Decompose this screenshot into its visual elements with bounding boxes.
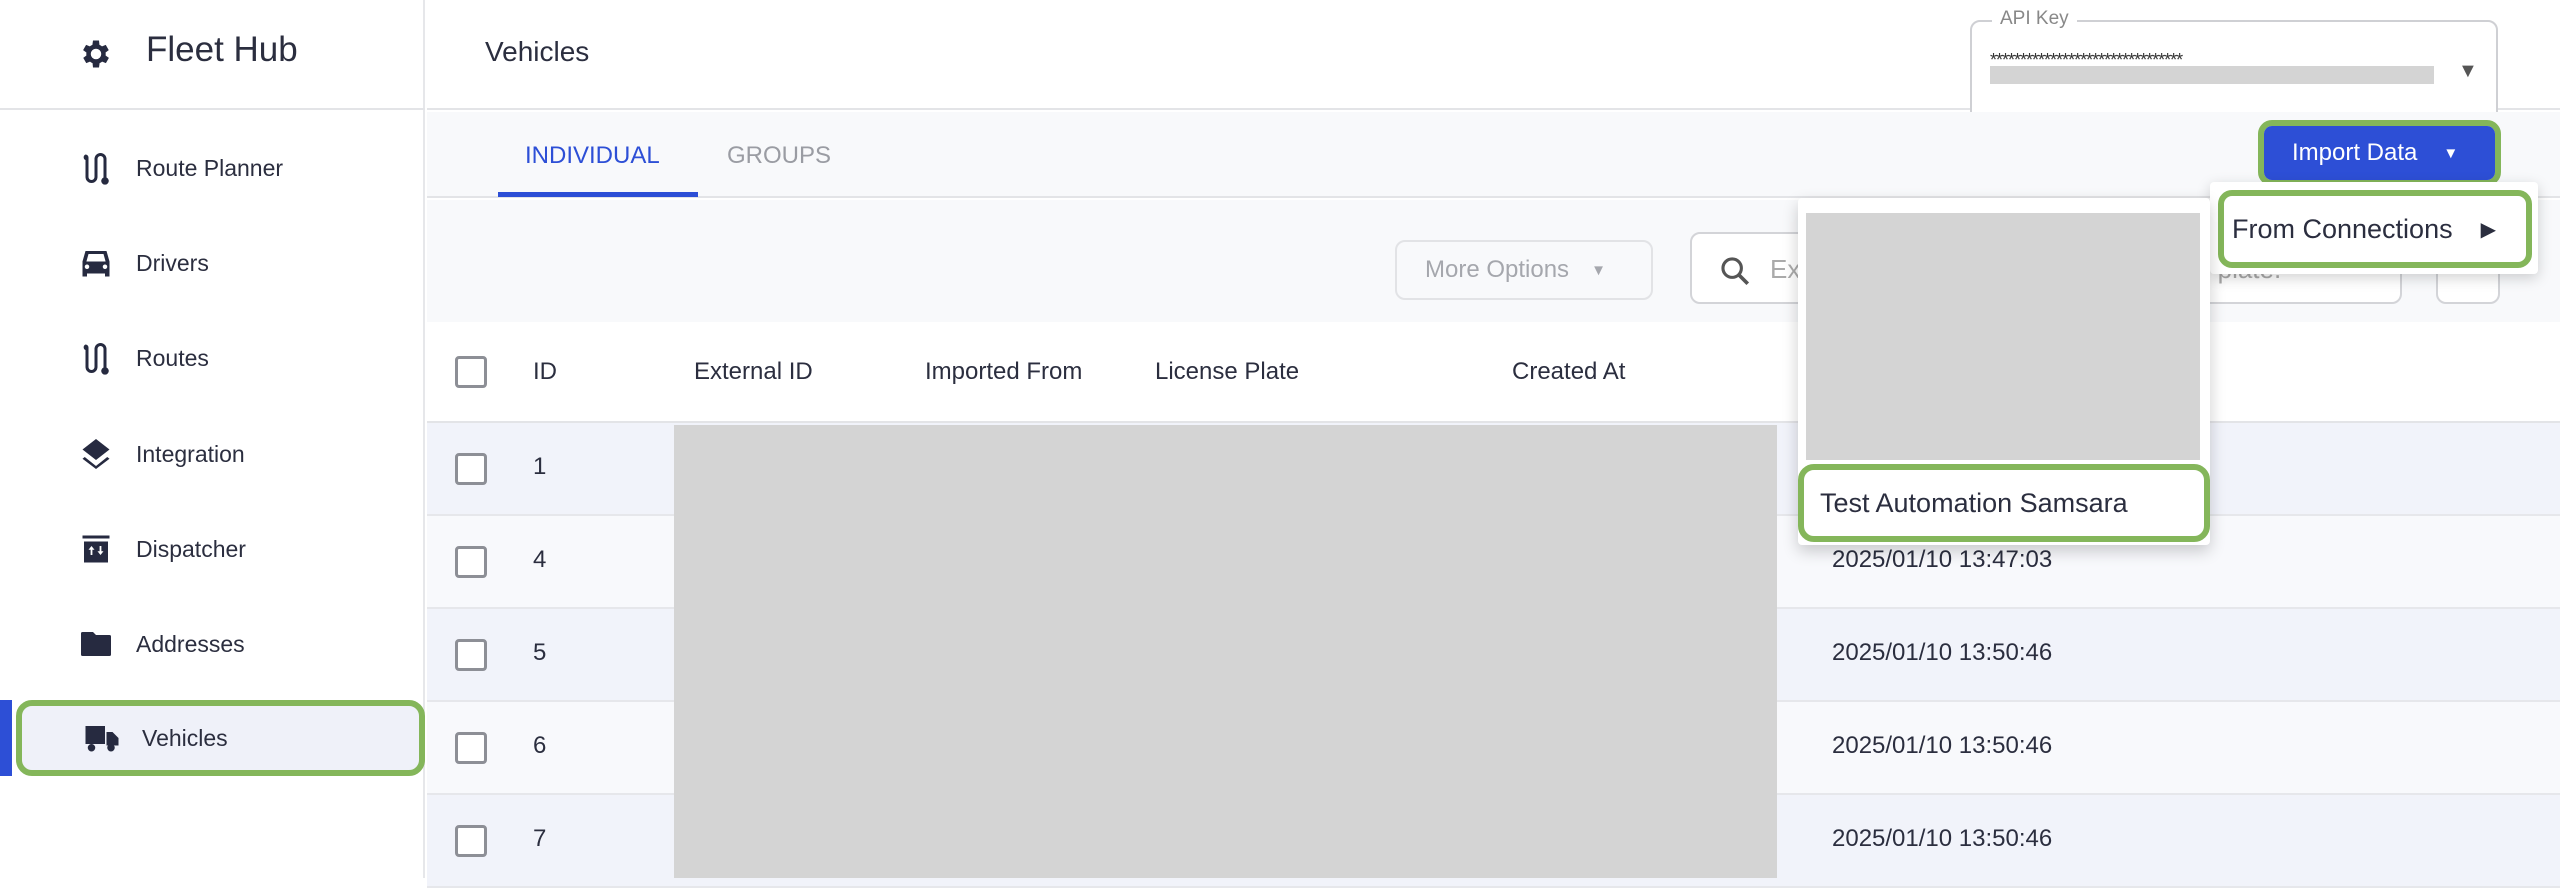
cell-created-at: 2025/01/10 13:47:03 <box>1832 546 2053 573</box>
search-placeholder-start: Ex <box>1770 254 1801 284</box>
row-checkbox[interactable] <box>455 546 487 578</box>
sidebar-item-label: Vehicles <box>142 724 228 751</box>
connections-submenu: Test Automation Samsara <box>1798 198 2210 545</box>
tab-individual[interactable]: INDIVIDUAL <box>525 142 660 170</box>
column-header[interactable]: Created At <box>1512 358 1625 386</box>
sidebar-item-routes[interactable]: Routes <box>0 320 425 396</box>
column-header[interactable]: Imported From <box>925 358 1082 386</box>
column-header[interactable]: License Plate <box>1155 358 1299 386</box>
search-icon <box>1721 257 1750 286</box>
caret-down-icon: ▼ <box>2443 144 2459 162</box>
cell-id: 6 <box>533 732 547 759</box>
menu-item-label: From Connections <box>2232 213 2453 244</box>
cell-id: 1 <box>533 453 547 480</box>
sidebar-item-route-planner[interactable]: Route Planner <box>0 130 425 206</box>
import-data-label: Import Data <box>2292 139 2418 166</box>
import-data-button[interactable]: Import Data ▼ <box>2264 126 2495 180</box>
sidebar-item-label: Integration <box>136 440 245 467</box>
sidebar-item-integration[interactable]: Integration <box>0 416 425 492</box>
route-icon <box>83 153 109 185</box>
sidebar: Fleet Hub Route Planner Drivers Routes I… <box>0 0 425 878</box>
app-title: Fleet Hub <box>146 30 298 69</box>
tab-underline <box>498 192 698 197</box>
sidebar-item-vehicles[interactable]: Vehicles <box>16 700 425 776</box>
sidebar-item-dispatcher[interactable]: Dispatcher <box>0 511 425 587</box>
row-checkbox[interactable] <box>455 639 487 671</box>
truck-icon <box>85 726 119 752</box>
submenu-item-label: Test Automation Samsara <box>1820 487 2128 518</box>
tab-groups[interactable]: GROUPS <box>727 142 831 170</box>
sidebar-item-drivers[interactable]: Drivers <box>0 225 425 301</box>
cell-created-at: 2025/01/10 13:50:46 <box>1832 732 2053 759</box>
redacted-block <box>1806 213 2200 460</box>
cell-created-at: 2025/01/10 13:50:46 <box>1832 639 2053 666</box>
row-checkbox[interactable] <box>455 825 487 857</box>
sidebar-item-label: Routes <box>136 344 209 371</box>
folder-icon <box>81 632 111 656</box>
archive-icon <box>82 535 110 563</box>
car-icon <box>82 251 110 277</box>
redacted-block <box>674 425 1777 878</box>
cell-id: 7 <box>533 825 547 852</box>
row-checkbox[interactable] <box>455 732 487 764</box>
gear-icon <box>83 40 109 68</box>
page-title: Vehicles <box>485 36 590 67</box>
submenu-item-connection[interactable]: Test Automation Samsara <box>1798 464 2210 542</box>
cell-id: 4 <box>533 546 547 573</box>
layers-icon <box>82 439 110 469</box>
brand: Fleet Hub <box>0 0 425 110</box>
select-all-checkbox[interactable] <box>455 356 487 388</box>
sidebar-item-label: Dispatcher <box>136 535 246 562</box>
sidebar-item-addresses[interactable]: Addresses <box>0 606 425 682</box>
cell-created-at: 2025/01/10 13:50:46 <box>1832 825 2053 852</box>
more-options-button[interactable]: More Options ▼ <box>1395 240 1653 300</box>
menu-item-from-connections[interactable]: From Connections ▶ <box>2218 190 2532 268</box>
sidebar-item-label: Addresses <box>136 630 245 657</box>
redacted-block <box>1990 66 2434 84</box>
column-header[interactable]: ID <box>533 358 557 386</box>
caret-right-icon: ▶ <box>2480 218 2496 241</box>
api-key-label: API Key <box>1992 8 2077 30</box>
caret-down-icon: ▼ <box>1591 261 1606 279</box>
column-header[interactable]: External ID <box>694 358 813 386</box>
import-menu: From Connections ▶ <box>2210 182 2538 274</box>
more-options-label: More Options <box>1425 256 1570 283</box>
active-indicator <box>0 700 12 776</box>
route-icon <box>83 343 109 375</box>
sidebar-item-label: Route Planner <box>136 154 284 181</box>
caret-down-icon: ▼ <box>2458 60 2478 82</box>
cell-id: 5 <box>533 639 547 666</box>
table-header: ID External ID Imported From License Pla… <box>427 322 2560 423</box>
sidebar-item-label: Drivers <box>136 249 209 276</box>
row-checkbox[interactable] <box>455 453 487 485</box>
